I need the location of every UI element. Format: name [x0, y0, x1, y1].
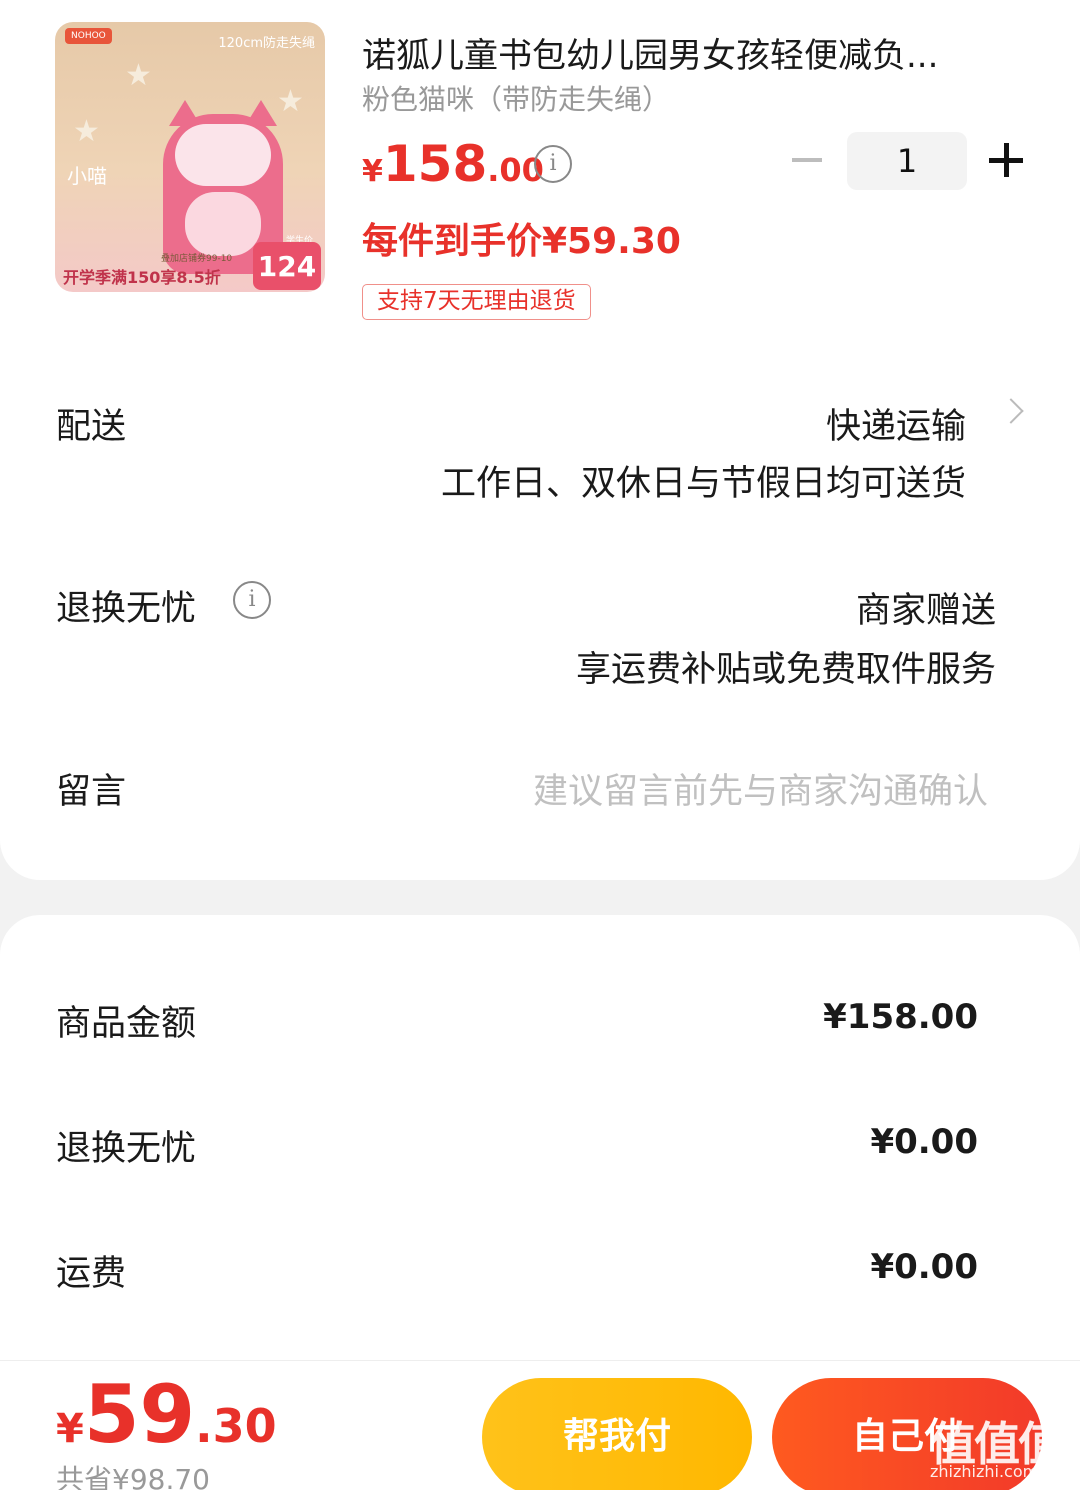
quantity-input[interactable]: 1 — [847, 132, 967, 190]
summary-item-value: ¥158.00 — [823, 997, 978, 1037]
brand-logo: NOHOO — [65, 28, 112, 44]
total-price: ¥59.30 — [56, 1368, 277, 1461]
product-image[interactable]: ★ ★ ★ NOHOO 120cm防走失绳 小喵 叠加店铺券99-10 学生价 … — [55, 22, 325, 292]
memo-input[interactable]: 建议留言前先与商家沟通确认 — [533, 763, 988, 814]
image-promo: 开学季满150享8.5折 — [63, 268, 221, 287]
help-pay-button[interactable]: 帮我付 — [482, 1378, 752, 1490]
delivery-note: 工作日、双休日与节假日均可送货 — [440, 464, 966, 504]
star-icon: ★ — [277, 84, 304, 119]
return-service-note: 享运费补贴或免费取件服务 — [575, 650, 996, 690]
image-tag: 120cm防走失绳 — [218, 36, 315, 51]
return-service-label: 退换无忧 — [56, 589, 197, 629]
star-icon: ★ — [125, 58, 152, 93]
product-title[interactable]: 诺狐儿童书包幼儿园男女孩轻便减负... — [362, 28, 1022, 77]
summary-item-label: 退换无忧 — [56, 1129, 197, 1169]
saved-amount: 共省¥98.70 — [56, 1463, 210, 1490]
product-price: ¥158.00 — [362, 135, 544, 193]
product-variant: 粉色猫咪（带防走失绳） — [362, 83, 671, 116]
image-coupon-sub: 叠加店铺券99-10 — [161, 254, 233, 264]
image-product-name: 小喵 — [67, 164, 107, 188]
return-policy-tag: 支持7天无理由退货 — [362, 284, 591, 320]
image-coupon: 124 — [253, 242, 321, 290]
memo-label: 留言 — [56, 772, 127, 812]
quantity-minus-button[interactable] — [792, 158, 822, 162]
summary-item-label: 运费 — [56, 1254, 127, 1294]
star-icon: ★ — [73, 114, 100, 149]
summary-item-value: ¥0.00 — [870, 1122, 978, 1162]
delivery-method[interactable]: 快递运输 — [826, 398, 966, 449]
summary-item-label: 商品金额 — [56, 1004, 197, 1044]
watermark-url: zhizhizhi.com — [930, 1462, 1039, 1481]
summary-item-value: ¥0.00 — [870, 1247, 978, 1287]
quantity-plus-button[interactable] — [986, 140, 1026, 180]
return-info-icon[interactable]: i — [233, 581, 271, 619]
return-service-value: 商家赠送 — [855, 591, 996, 631]
delivery-label: 配送 — [56, 407, 127, 447]
price-info-icon[interactable]: i — [534, 145, 572, 183]
final-price: 每件到手价¥59.30 — [362, 221, 681, 262]
